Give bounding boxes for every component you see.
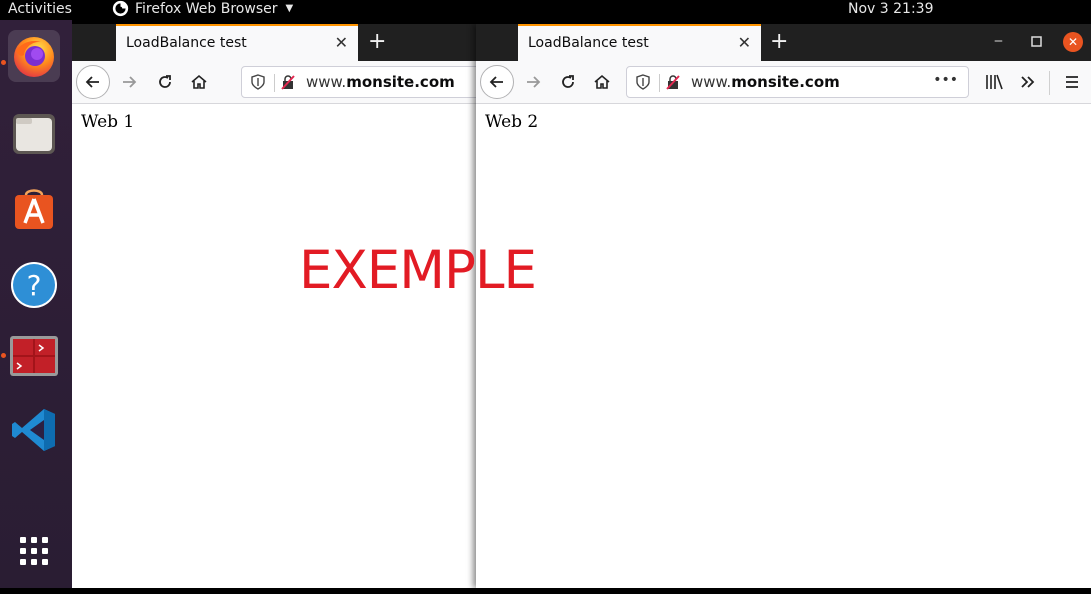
url-text[interactable]: www.monsite.com: [306, 73, 455, 91]
hamburger-icon: [1066, 76, 1078, 88]
app-grid-icon: [20, 537, 48, 565]
dock-item-files[interactable]: [8, 108, 60, 160]
tab-title: LoadBalance test: [126, 35, 247, 51]
dock-item-help[interactable]: ?: [8, 259, 60, 311]
home-button[interactable]: [587, 67, 617, 97]
library-button[interactable]: [979, 67, 1009, 97]
browser-window-left: LoadBalance test ✕ + www.monsite.com Web…: [72, 24, 476, 588]
close-icon: ✕: [1067, 35, 1079, 49]
arrow-left-icon: [489, 76, 503, 88]
tab-title: LoadBalance test: [528, 35, 649, 51]
tab-loadbalance[interactable]: LoadBalance test ✕: [518, 24, 761, 61]
insecure-lock-icon[interactable]: [665, 74, 681, 90]
minimize-icon[interactable]: ‒: [994, 33, 1003, 49]
chevron-down-icon: ▼: [285, 3, 294, 14]
tab-strip: LoadBalance test ✕ +: [72, 24, 476, 61]
navigation-toolbar: www.monsite.com: [72, 61, 476, 104]
window-close-button[interactable]: ✕: [1063, 32, 1083, 52]
clock[interactable]: Nov 3 21:39: [848, 1, 933, 17]
page-text: Web 1: [81, 112, 135, 132]
home-icon: [191, 74, 207, 89]
insecure-lock-icon[interactable]: [280, 74, 296, 90]
url-bar[interactable]: www.monsite.com •••: [626, 66, 969, 98]
library-icon: [986, 74, 1003, 90]
toolbar-separator: [1049, 71, 1050, 95]
activities-button[interactable]: Activities: [8, 1, 72, 17]
browser-window-right: LoadBalance test ✕ + ‒ ✕ www.monsite.com…: [476, 24, 1091, 588]
running-indicator: [1, 353, 6, 358]
reload-button[interactable]: [150, 67, 180, 97]
reload-icon: [562, 75, 574, 88]
reload-icon: [159, 75, 171, 88]
bottom-edge: [0, 588, 1091, 594]
help-icon: ?: [11, 262, 57, 308]
arrow-left-icon: [85, 76, 99, 88]
shield-icon[interactable]: [250, 74, 266, 90]
back-button[interactable]: [76, 65, 110, 99]
home-icon: [594, 74, 610, 89]
url-separator: [274, 74, 275, 92]
new-tab-button[interactable]: +: [770, 29, 788, 54]
dock: ?: [0, 20, 72, 588]
page-actions-icon[interactable]: •••: [933, 72, 958, 88]
terminal-icon: [10, 336, 58, 376]
dock-item-firefox[interactable]: [8, 30, 60, 82]
dock-item-vscode[interactable]: [8, 404, 60, 456]
dock-item-software[interactable]: [8, 183, 60, 235]
svg-text:?: ?: [27, 269, 42, 302]
double-chevron-right-icon: [1021, 76, 1035, 88]
files-icon: [13, 114, 55, 154]
example-watermark: EXEMPLE: [299, 240, 537, 301]
dock-item-show-apps[interactable]: [8, 525, 60, 577]
firefox-app-icon: [112, 0, 129, 17]
url-text[interactable]: www.monsite.com: [691, 73, 840, 91]
tab-strip: LoadBalance test ✕ + ‒ ✕: [476, 24, 1091, 61]
url-separator: [659, 74, 660, 92]
page-content: Web 2: [476, 104, 1091, 588]
forward-button[interactable]: [114, 67, 144, 97]
top-panel: Activities Firefox Web Browser ▼ Nov 3 2…: [0, 0, 1091, 20]
navigation-toolbar: www.monsite.com •••: [476, 61, 1091, 104]
tab-loadbalance[interactable]: LoadBalance test ✕: [116, 24, 358, 61]
running-indicator: [1, 60, 6, 65]
app-menu[interactable]: Firefox Web Browser ▼: [112, 0, 293, 17]
close-icon[interactable]: ✕: [335, 33, 348, 52]
dock-item-terminal[interactable]: [8, 330, 60, 382]
hamburger-menu-button[interactable]: [1057, 67, 1087, 97]
page-content: Web 1: [72, 104, 476, 588]
shield-icon[interactable]: [635, 74, 651, 90]
maximize-icon[interactable]: [1031, 36, 1042, 47]
page-text: Web 2: [485, 112, 539, 132]
firefox-icon: [14, 37, 54, 77]
arrow-right-icon: [123, 76, 137, 88]
url-bar[interactable]: www.monsite.com: [241, 66, 476, 98]
reload-button[interactable]: [553, 67, 583, 97]
home-button[interactable]: [184, 67, 214, 97]
arrow-right-icon: [527, 76, 541, 88]
new-tab-button[interactable]: +: [368, 29, 386, 54]
close-icon[interactable]: ✕: [738, 33, 751, 52]
vscode-icon: [12, 409, 55, 451]
forward-button[interactable]: [518, 67, 548, 97]
software-store-icon: [15, 189, 53, 229]
app-menu-label: Firefox Web Browser: [135, 0, 278, 17]
back-button[interactable]: [480, 65, 514, 99]
overflow-menu-button[interactable]: [1013, 67, 1043, 97]
